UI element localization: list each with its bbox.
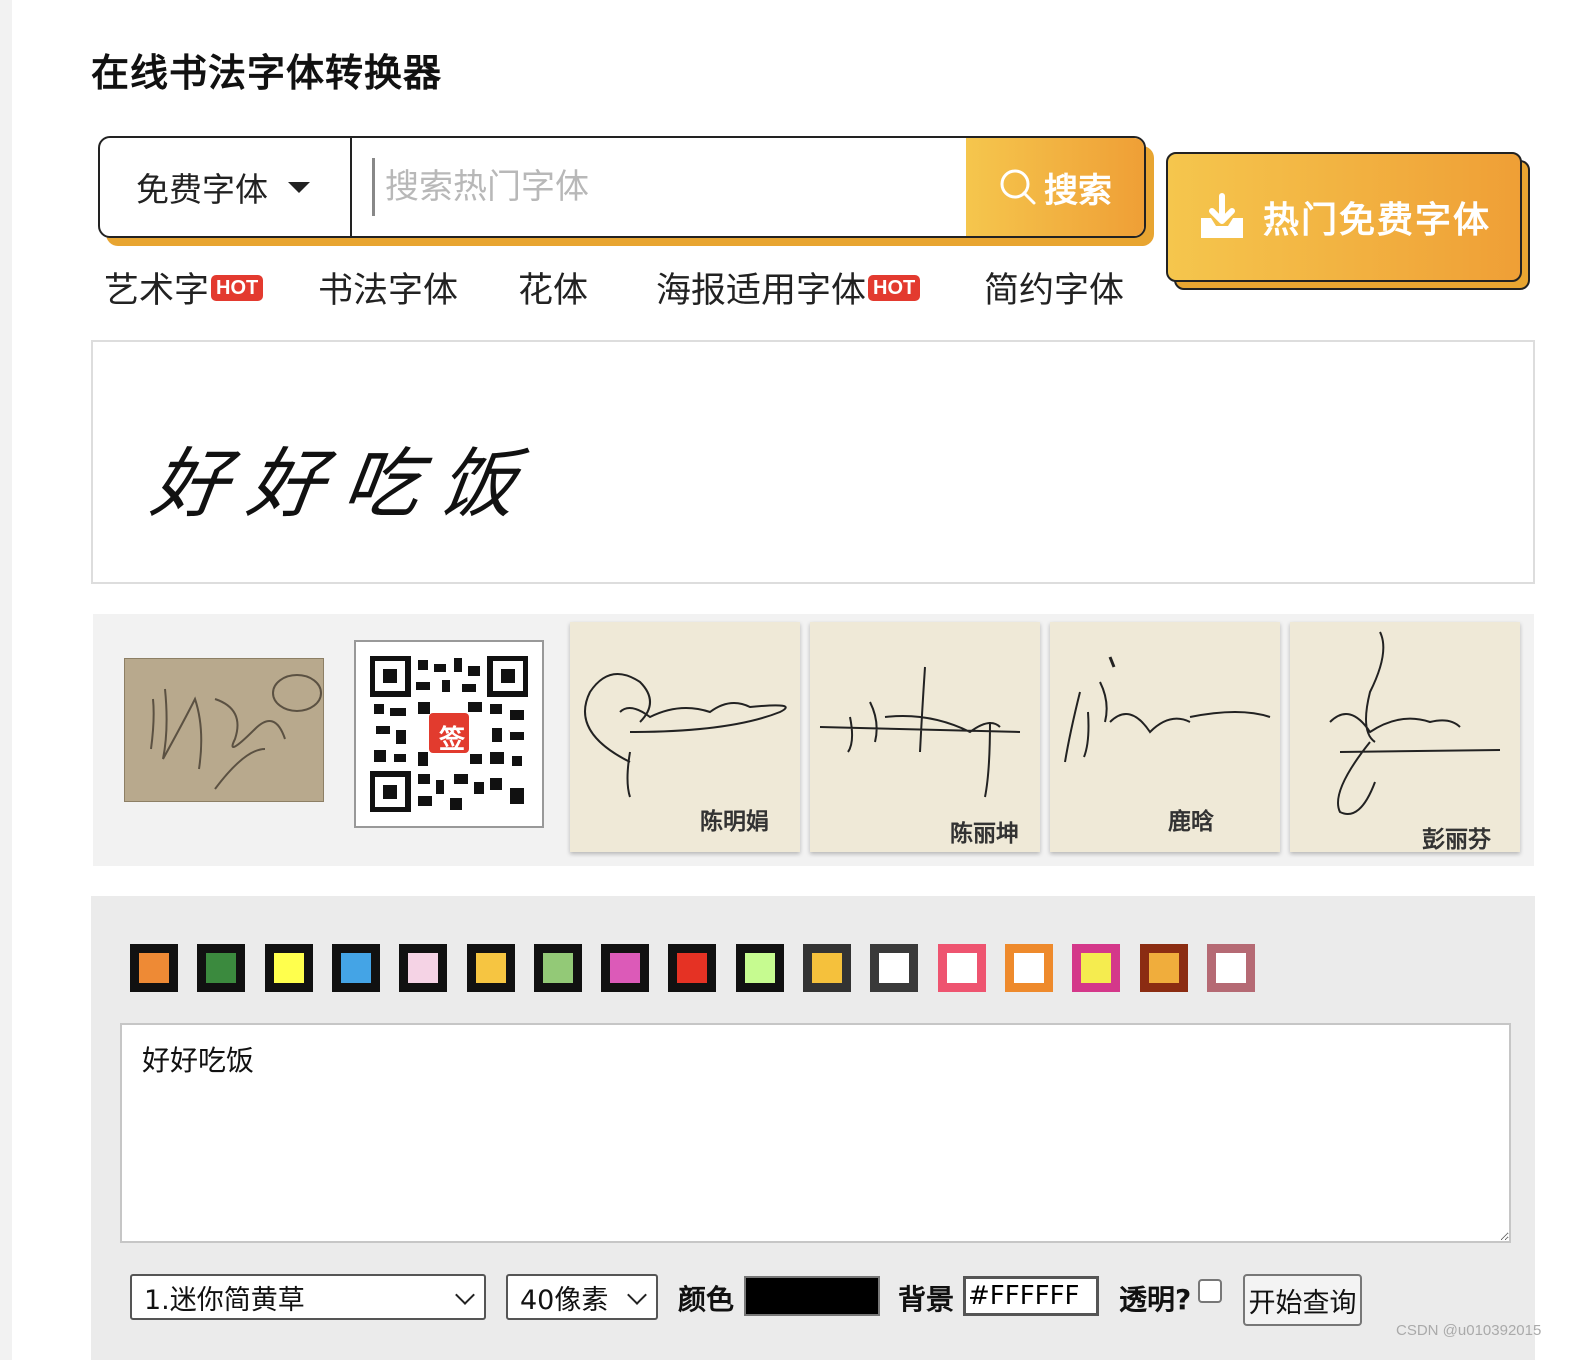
color-swatch[interactable] <box>601 944 650 992</box>
caret-down-icon <box>288 181 310 193</box>
qr-center-badge: 签 <box>438 725 465 755</box>
tab-fancy-fonts[interactable]: 花体 <box>518 262 588 313</box>
signature-sample-card[interactable]: 彭丽芬 <box>1290 622 1520 853</box>
color-swatch[interactable] <box>331 944 380 992</box>
chevron-down-icon <box>455 1285 475 1305</box>
tab-calligraphy-fonts[interactable]: 书法字体 <box>318 262 458 313</box>
color-swatch[interactable] <box>1004 944 1053 992</box>
tab-label: 简约字体 <box>984 271 1125 311</box>
signature-name: 陈明娟 <box>700 809 769 835</box>
font-select[interactable]: 1.迷你简黄草 <box>130 1274 486 1320</box>
color-swatch[interactable] <box>803 944 851 992</box>
tab-poster-fonts[interactable]: 海报适用字体 HOT <box>656 262 921 313</box>
tab-art-fonts[interactable]: 艺术字 HOT <box>104 262 264 313</box>
download-icon <box>1200 193 1243 238</box>
input-text-area[interactable] <box>120 1023 1511 1243</box>
left-margin-rail <box>0 0 12 1360</box>
signature-sample-card[interactable]: 陈明娟 <box>570 622 800 852</box>
qr-code-ad[interactable]: 签 <box>354 640 544 828</box>
search-icon <box>1000 169 1036 205</box>
color-swatch[interactable] <box>399 944 448 992</box>
hot-badge: HOT <box>868 274 921 301</box>
background-label: 背景 <box>898 1283 955 1316</box>
hot-free-fonts-button[interactable]: 热门免费字体 <box>1166 152 1522 282</box>
watermark: CSDN @u010392015 <box>1396 1322 1542 1339</box>
hot-free-fonts-label: 热门免费字体 <box>1262 200 1491 241</box>
search-input-wrap <box>352 138 966 236</box>
page-title: 在线书法字体转换器 <box>91 51 443 95</box>
tab-label: 书法字体 <box>318 271 459 311</box>
color-swatch[interactable] <box>197 944 246 992</box>
size-select[interactable]: 40像素 <box>506 1274 658 1320</box>
color-swatch[interactable] <box>264 944 313 992</box>
tab-label: 花体 <box>518 271 589 311</box>
text-cursor <box>372 158 375 216</box>
tab-label: 海报适用字体 <box>656 271 867 311</box>
signature-stroke-image <box>1064 656 1271 763</box>
transparent-checkbox[interactable] <box>1198 1279 1222 1303</box>
signature-stroke-image <box>1329 631 1501 815</box>
tab-label: 艺术字 <box>104 271 210 311</box>
color-swatch[interactable] <box>466 944 515 992</box>
color-swatch[interactable] <box>735 944 784 992</box>
transparent-label: 透明? <box>1119 1283 1192 1316</box>
calligraphy-preview: 好好吃饭 <box>91 340 1535 584</box>
search-bar: 免费字体 搜索 <box>98 136 1146 238</box>
color-swatch[interactable] <box>533 944 582 992</box>
tab-simple-fonts[interactable]: 简约字体 <box>984 262 1124 313</box>
signature-name: 陈丽坤 <box>950 821 1019 847</box>
color-label: 颜色 <box>678 1283 735 1316</box>
color-swatch[interactable] <box>937 944 986 992</box>
font-select-value: 1.迷你简黄草 <box>144 1284 305 1316</box>
search-button[interactable]: 搜索 <box>966 138 1144 236</box>
signature-sample-card[interactable]: 鹿晗 <box>1050 622 1280 852</box>
handwritten-signature-ad[interactable] <box>124 658 324 802</box>
signature-name: 鹿晗 <box>1168 809 1214 835</box>
search-input[interactable] <box>385 167 945 207</box>
category-dropdown[interactable]: 免费字体 <box>100 138 352 236</box>
color-swatch[interactable] <box>668 944 717 992</box>
chevron-down-icon <box>627 1285 647 1305</box>
signature-sample-card[interactable]: 陈丽坤 <box>810 622 1040 852</box>
color-swatch[interactable] <box>130 944 178 992</box>
category-dropdown-label: 免费字体 <box>136 170 268 209</box>
signature-name: 彭丽芬 <box>1422 827 1491 853</box>
color-swatch[interactable] <box>1139 944 1188 992</box>
size-select-value: 40像素 <box>520 1284 609 1316</box>
color-swatch[interactable] <box>870 944 919 992</box>
start-query-button[interactable]: 开始查询 <box>1243 1274 1362 1326</box>
background-color-input[interactable] <box>963 1276 1099 1316</box>
preview-text: 好好吃饭 <box>145 439 543 528</box>
hot-badge: HOT <box>211 274 264 301</box>
color-input[interactable] <box>744 1276 880 1316</box>
color-swatch[interactable] <box>1206 944 1255 992</box>
color-swatch[interactable] <box>1072 944 1121 992</box>
handwriting-scribble-image <box>150 674 322 790</box>
search-button-label: 搜索 <box>1044 170 1112 211</box>
